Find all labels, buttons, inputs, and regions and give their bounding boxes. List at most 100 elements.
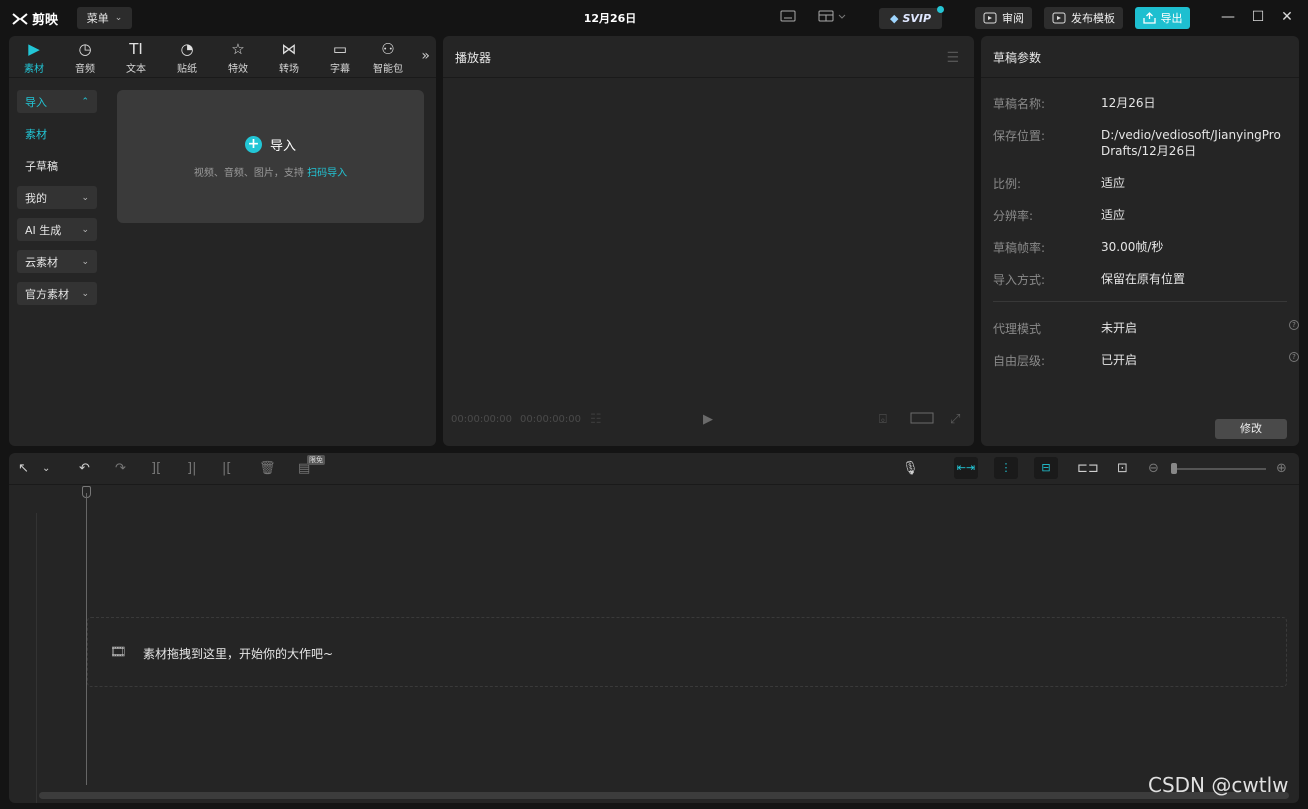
modify-button[interactable]: 修改	[1215, 419, 1287, 439]
param-value: 保留在原有位置	[1101, 272, 1186, 286]
delete-icon[interactable]: 🗑	[259, 461, 276, 476]
param-value: 已开启	[1101, 353, 1138, 367]
player-header: 播放器 ☰	[443, 36, 974, 78]
tab-effects[interactable]: ☆ 特效	[218, 40, 258, 75]
param-key: 保存位置:	[993, 129, 1046, 143]
chevron-down-icon: ⌄	[81, 288, 89, 299]
sidebar-item-label: 我的	[25, 191, 47, 205]
sidebar-item-label: 云素材	[25, 255, 58, 269]
media-sidebar: 导入 ⌃ 素材 子草稿 我的 ⌄ AI 生成 ⌄ 云素材 ⌄ 官方素材 ⌄	[17, 90, 97, 314]
hamburger-menu-icon[interactable]: ☰	[946, 50, 959, 66]
chevron-down-icon: ⌄	[81, 192, 89, 203]
sidebar-item-import[interactable]: 导入 ⌃	[17, 90, 97, 113]
more-tabs-icon[interactable]: »	[421, 48, 430, 64]
tab-audio[interactable]: ◷ 音频	[65, 40, 105, 75]
media-tabs: ▶ 素材 ◷ 音频 TI 文本 ◔ 贴纸 ☆ 特效 ⋈ 转场 ▭ 字幕 ⚇ 智能	[9, 36, 436, 78]
trim-right-icon[interactable]: |[	[222, 461, 231, 476]
help-icon[interactable]: ?	[1289, 320, 1299, 330]
export-icon	[1142, 12, 1156, 24]
tab-media[interactable]: ▶ 素材	[14, 40, 54, 75]
keyboard-shortcut-icon[interactable]	[780, 10, 796, 25]
timeline-panel: ↖ ⌄ ↶ ↷ ][ ]| |[ 🗑 ▤ 限免 🎙 ⇤⇥ ⋮ ⊟ ⊏⊐ ⊡ ⊖ …	[9, 453, 1299, 803]
sidebar-item-subdraft[interactable]: 子草稿	[17, 154, 97, 177]
sidebar-item-mine[interactable]: 我的 ⌄	[17, 186, 97, 209]
zoom-out-icon[interactable]: ⊖	[1148, 461, 1159, 476]
tab-text[interactable]: TI 文本	[116, 40, 156, 75]
help-icon[interactable]: ?	[1289, 352, 1299, 362]
import-subtitle-row: 视频、音频、图片，支持 扫码导入	[117, 164, 424, 179]
param-key: 代理模式	[993, 322, 1042, 336]
maximize-icon[interactable]: ☐	[1248, 9, 1268, 25]
chevron-down-icon: ⌄	[81, 256, 89, 267]
chevron-down-icon[interactable]: ⌄	[42, 463, 50, 474]
param-key: 比例:	[993, 177, 1022, 191]
player-controls: 00:00:00:00 00:00:00:00 ☷ ▶ ⌻ ⤢	[443, 406, 974, 436]
import-subtitle: 视频、音频、图片，支持	[193, 168, 304, 179]
sidebar-item-media[interactable]: 素材	[17, 122, 97, 145]
linkage-icon[interactable]: ⊟	[1034, 457, 1058, 479]
review-button[interactable]: 审阅	[975, 7, 1032, 29]
param-key: 导入方式:	[993, 273, 1046, 287]
microphone-icon[interactable]: 🎙	[902, 461, 919, 476]
aspect-ratio-icon[interactable]	[910, 412, 934, 428]
param-value: 适应	[1101, 208, 1126, 222]
tab-smart-pack[interactable]: ⚇ 智能包	[366, 40, 410, 75]
audio-icon: ◷	[78, 40, 92, 58]
total-time: 00:00:00:00	[520, 414, 582, 425]
horizontal-scrollbar[interactable]	[39, 792, 1289, 799]
play-icon[interactable]: ▶	[703, 412, 713, 427]
param-value: 30.00帧/秒	[1101, 240, 1164, 254]
review-label: 审阅	[1002, 12, 1024, 25]
sidebar-item-ai-generate[interactable]: AI 生成 ⌄	[17, 218, 97, 241]
tab-transition[interactable]: ⋈ 转场	[269, 40, 309, 75]
main-track-magnet-icon[interactable]: ⇤⇥	[954, 457, 978, 479]
auto-snap-icon[interactable]: ⋮	[994, 457, 1018, 479]
redo-icon[interactable]: ↷	[115, 461, 126, 476]
trim-left-icon[interactable]: ]|	[187, 461, 196, 476]
close-icon[interactable]: ✕	[1277, 9, 1297, 25]
svip-label: SVIP	[902, 12, 932, 25]
sidebar-item-label: AI 生成	[25, 223, 62, 237]
zoom-in-icon[interactable]: ⊕	[1276, 461, 1287, 476]
menu-button[interactable]: 菜单 ⌄	[77, 7, 132, 29]
plus-icon: +	[244, 136, 262, 153]
svip-button[interactable]: ◆ SVIP	[879, 6, 944, 29]
player-title: 播放器	[455, 51, 492, 65]
timecode-list-icon[interactable]: ☷	[590, 412, 602, 427]
sidebar-item-cloud-media[interactable]: 云素材 ⌄	[17, 250, 97, 273]
preview-axis-icon[interactable]: ⊏⊐	[1077, 461, 1099, 476]
tab-label: 文本	[126, 64, 146, 75]
capcut-logo-icon	[12, 12, 28, 25]
tab-label: 音频	[75, 64, 95, 75]
fit-timeline-icon[interactable]: ⊡	[1117, 461, 1128, 476]
free-badge: 限免	[307, 455, 325, 465]
layout-icon[interactable]	[818, 10, 846, 25]
select-cursor-icon[interactable]: ↖	[18, 461, 29, 476]
undo-icon[interactable]: ↶	[79, 461, 90, 476]
tab-label: 智能包	[373, 64, 403, 75]
minimize-icon[interactable]: —	[1218, 9, 1238, 25]
timeline-drop-zone[interactable]: 🎞 素材拖拽到这里，开始你的大作吧~	[87, 617, 1287, 687]
menu-label: 菜单	[86, 12, 109, 25]
tab-label: 转场	[279, 64, 299, 75]
tab-sticker[interactable]: ◔ 贴纸	[167, 40, 207, 75]
split-icon[interactable]: ][	[151, 461, 161, 476]
review-icon	[983, 12, 997, 24]
chevron-up-icon: ⌃	[81, 96, 89, 107]
sticker-icon: ◔	[180, 40, 194, 58]
sidebar-item-label: 官方素材	[25, 287, 69, 301]
import-title: 导入	[269, 139, 296, 154]
export-button[interactable]: 导出	[1135, 7, 1190, 29]
effects-icon: ☆	[231, 40, 245, 58]
draft-params-header: 草稿参数	[981, 36, 1299, 78]
zoom-slider-track[interactable]	[1174, 468, 1266, 470]
scan-import-link[interactable]: 扫码导入	[307, 168, 347, 179]
screenshot-icon[interactable]: ⌻	[879, 412, 887, 427]
publish-template-button[interactable]: 发布模板	[1044, 7, 1123, 29]
import-dropzone[interactable]: + 导入 视频、音频、图片，支持 扫码导入	[117, 90, 424, 223]
tab-subtitle[interactable]: ▭ 字幕	[320, 40, 360, 75]
zoom-slider-handle[interactable]	[1171, 463, 1177, 474]
fullscreen-icon[interactable]: ⤢	[950, 412, 960, 427]
sidebar-item-official-media[interactable]: 官方素材 ⌄	[17, 282, 97, 305]
film-icon: 🎞	[110, 645, 127, 660]
